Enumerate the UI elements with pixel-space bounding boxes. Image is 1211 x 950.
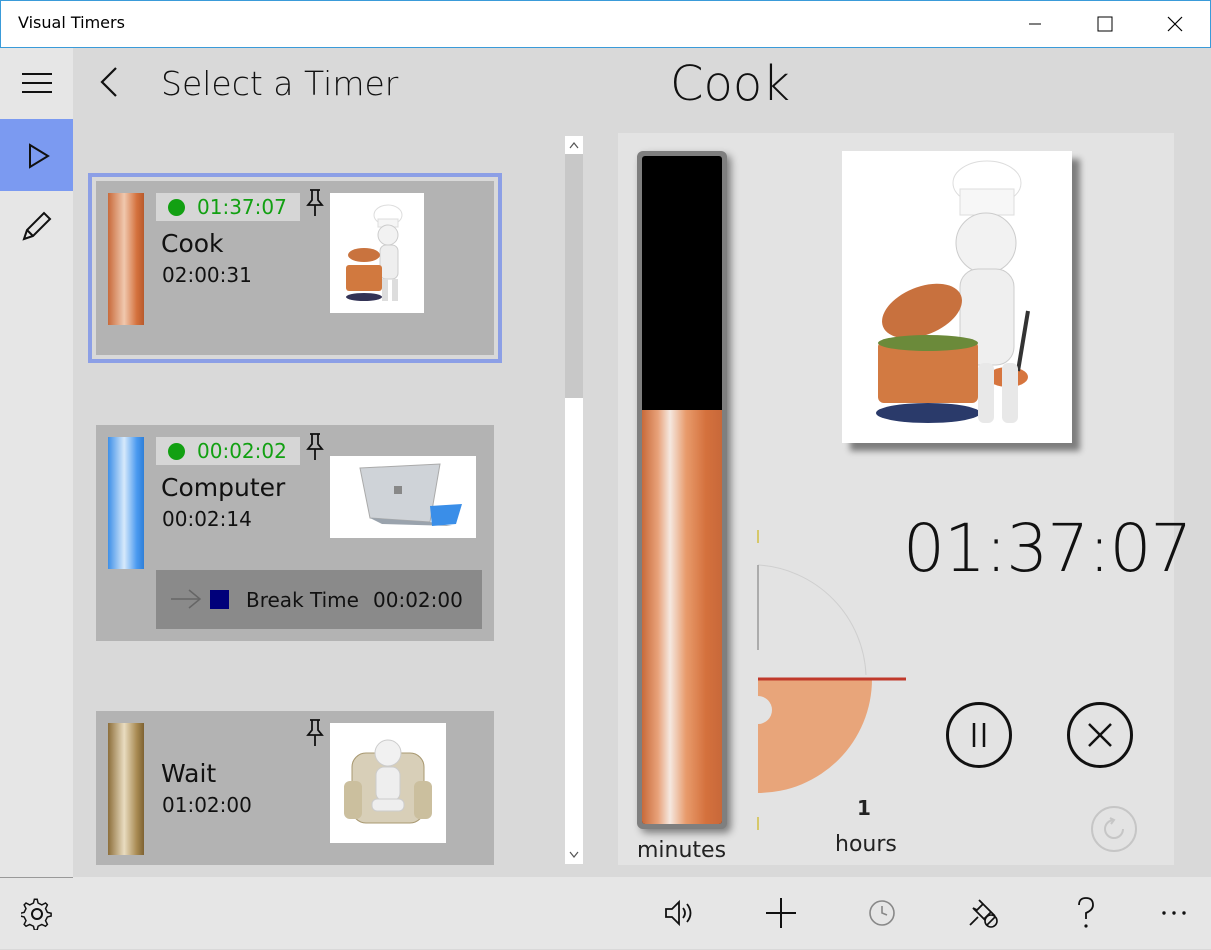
close-button[interactable] [1152, 0, 1198, 47]
chef-thumbnail [330, 193, 424, 313]
minutes-bar [642, 156, 722, 824]
unpin-button[interactable] [964, 893, 1004, 933]
more-button[interactable] [1154, 893, 1194, 933]
scroll-up-icon[interactable] [568, 140, 580, 150]
clock-icon [869, 900, 895, 926]
add-timer-button[interactable] [761, 893, 801, 933]
hours-dial [748, 530, 906, 830]
timer-duration: 01:02:00 [162, 793, 252, 817]
timer-color-bar [108, 437, 144, 569]
minimize-icon [1029, 23, 1041, 24]
pin-icon[interactable] [304, 432, 326, 462]
nav-edit-timers[interactable] [0, 191, 73, 263]
gear-icon [21, 898, 52, 930]
selected-timer-title: Cook [670, 56, 791, 112]
clock-button[interactable] [862, 893, 902, 933]
chained-timer-name: Break Time [246, 588, 359, 612]
minutes-label: minutes [637, 838, 727, 863]
timer-color-bar [108, 193, 144, 325]
remaining-time-box: 01:37:07 [156, 193, 300, 221]
add-icon [766, 898, 796, 928]
restart-icon [1104, 817, 1124, 839]
chained-timer-duration: 00:02:00 [373, 588, 463, 612]
stop-button[interactable] [1067, 702, 1133, 768]
remaining-time: 01:37:07 [197, 195, 287, 219]
sound-button[interactable] [659, 893, 699, 933]
timer-duration: 00:02:14 [162, 507, 252, 531]
pencil-icon [22, 211, 52, 241]
hours-label: hours [835, 832, 897, 857]
settings-button[interactable] [0, 877, 73, 950]
minimize-button[interactable] [1012, 0, 1058, 47]
timer-color-bar [108, 723, 144, 855]
timer-name: Wait [161, 759, 217, 788]
help-button[interactable] [1066, 893, 1106, 933]
more-icon [1162, 911, 1186, 915]
back-button[interactable] [96, 62, 124, 102]
pin-icon[interactable] [304, 718, 326, 748]
hours-value: 1 [857, 796, 871, 820]
scrollbar-thumb[interactable] [565, 154, 583, 398]
hamburger-icon [22, 73, 52, 93]
pause-button[interactable] [946, 702, 1012, 768]
unpin-icon [969, 899, 998, 928]
restart-button[interactable] [1091, 806, 1137, 852]
remaining-time: 00:02:02 [197, 439, 287, 463]
close-icon [1167, 16, 1183, 31]
chained-timer-color [210, 590, 229, 609]
sound-icon [665, 899, 692, 927]
pin-icon[interactable] [304, 188, 326, 218]
armchair-thumbnail [330, 723, 446, 843]
maximize-icon [1097, 16, 1113, 31]
arrow-right-icon [171, 589, 202, 609]
remaining-time-box: 00:02:02 [156, 437, 300, 465]
tablet-thumbnail [330, 456, 476, 538]
play-icon [29, 143, 50, 169]
running-status-dot [168, 198, 185, 216]
close-icon [1088, 723, 1112, 747]
timer-name: Cook [161, 229, 224, 258]
timer-duration: 02:00:31 [162, 263, 252, 287]
pause-icon [972, 723, 986, 747]
app-title: Visual Timers [18, 13, 125, 32]
help-icon [1078, 897, 1094, 928]
timer-image [842, 151, 1072, 443]
command-bar [73, 877, 1211, 949]
nav-run-timers[interactable] [0, 119, 73, 191]
back-arrow-icon [100, 67, 117, 97]
page-title: Select a Timer [161, 64, 399, 103]
scroll-down-icon[interactable] [568, 850, 580, 860]
minutes-bar-fill [642, 410, 722, 824]
hamburger-menu-button[interactable] [0, 48, 73, 118]
timer-name: Computer [161, 473, 286, 502]
maximize-button[interactable] [1082, 0, 1128, 47]
running-status-dot [168, 442, 185, 460]
countdown-display: 01:37:07 [903, 510, 1192, 587]
